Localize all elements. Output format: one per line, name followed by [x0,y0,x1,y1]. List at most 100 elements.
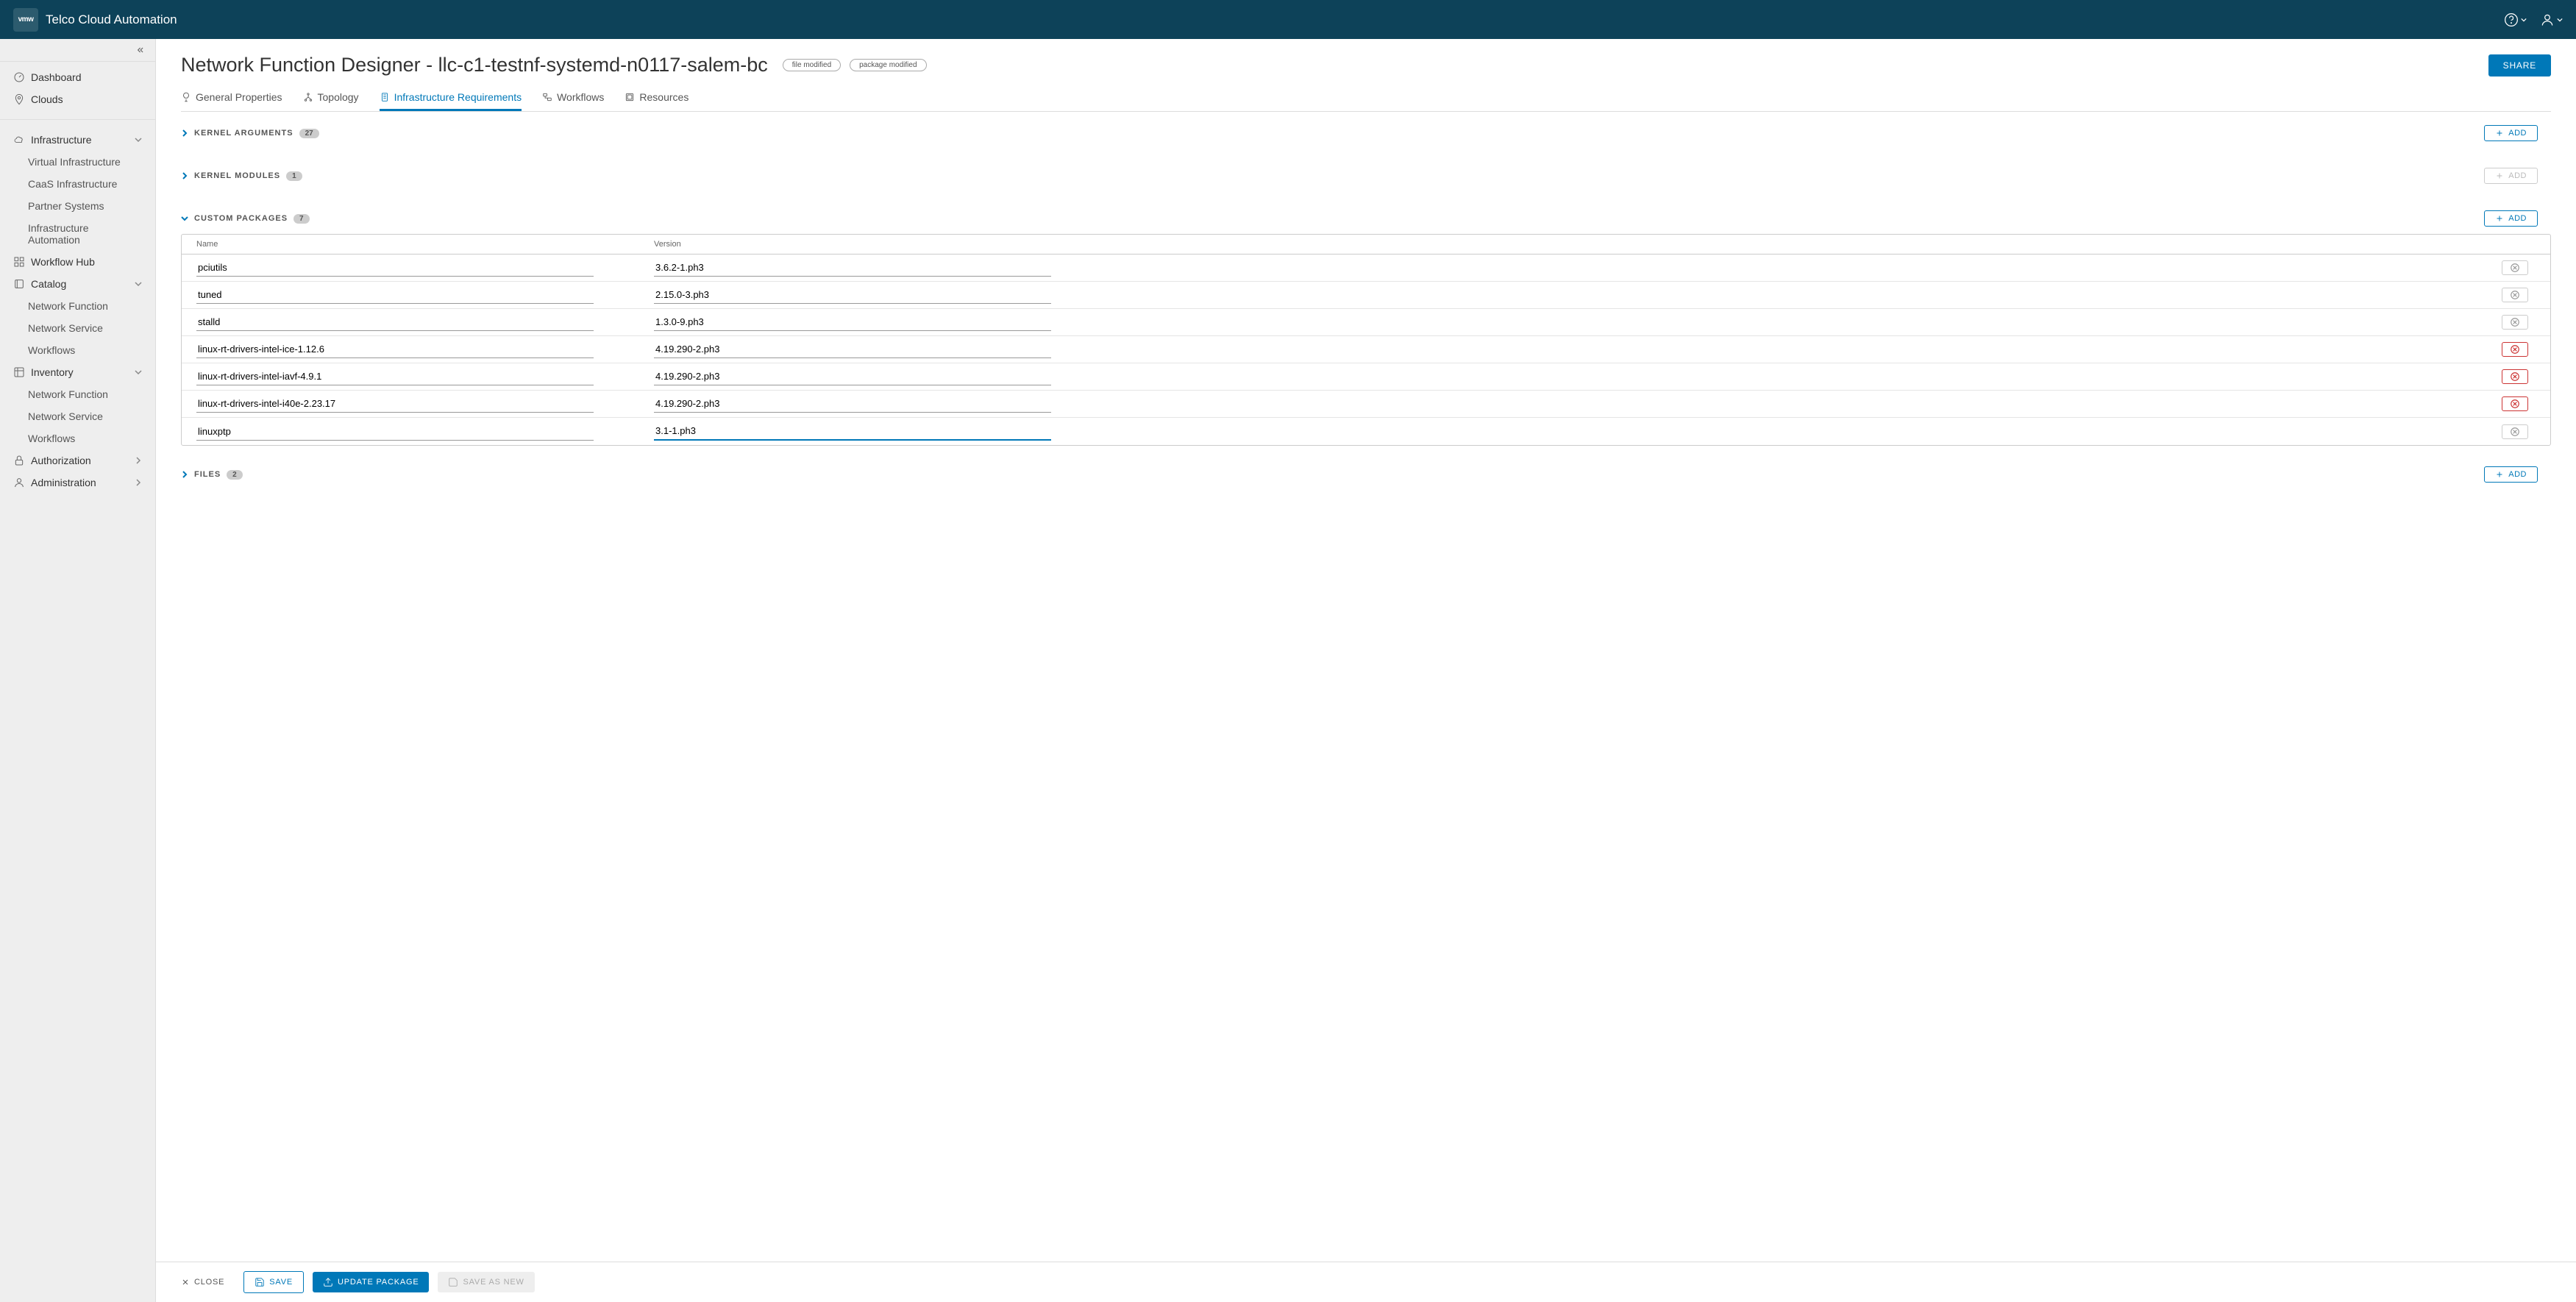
chevron-down-icon [135,366,142,378]
sidebar-item-administration[interactable]: Administration [0,472,155,494]
table-row [182,363,2550,391]
sidebar-item-dashboard[interactable]: Dashboard [0,66,155,88]
sidebar-item-inventory-network-function[interactable]: Network Function [0,383,155,405]
section-title: FILES [194,470,221,479]
package-version-input[interactable] [654,368,1051,385]
add-files-button[interactable]: ADD [2484,466,2538,483]
share-button[interactable]: SHARE [2488,54,2551,77]
delete-row-button[interactable] [2502,260,2528,275]
add-kernel-modules-button: ADD [2484,168,2538,184]
package-name-input[interactable] [196,259,594,277]
sidebar-item-virtual-infrastructure[interactable]: Virtual Infrastructure [0,151,155,173]
lock-icon [13,455,25,466]
sidebar-item-catalog-workflows[interactable]: Workflows [0,339,155,361]
tab-bar: General Properties Topology Infrastructure… [181,85,2551,112]
tab-general-properties[interactable]: General Properties [181,85,282,111]
tab-workflows[interactable]: Workflows [542,85,604,111]
section-kernel-arguments[interactable]: KERNEL ARGUMENTS 27 [181,127,319,139]
close-button[interactable]: CLOSE [171,1273,235,1292]
delete-row-button[interactable] [2502,288,2528,302]
tab-icon [181,92,191,102]
grid-icon [13,256,25,268]
add-custom-packages-button[interactable]: ADD [2484,210,2538,227]
sidebar-label: Infrastructure [31,134,91,146]
delete-row-button[interactable] [2502,315,2528,330]
delete-row-button[interactable] [2502,369,2528,384]
sidebar-item-catalog[interactable]: Catalog [0,273,155,295]
page-header: Network Function Designer - llc-c1-testn… [181,54,2551,77]
sidebar-item-catalog-network-function[interactable]: Network Function [0,295,155,317]
section-title: KERNEL MODULES [194,171,280,180]
section-files[interactable]: FILES 2 [181,469,243,480]
update-package-button[interactable]: UPDATE PACKAGE [313,1272,429,1292]
help-icon[interactable] [2504,13,2527,27]
package-version-input[interactable] [654,286,1051,304]
count-badge: 2 [227,470,243,480]
gauge-icon [13,71,25,83]
sidebar-label: Dashboard [31,71,82,83]
sidebar-item-workflow-hub[interactable]: Workflow Hub [0,251,155,273]
tab-topology[interactable]: Topology [303,85,359,111]
sidebar-item-caas-infrastructure[interactable]: CaaS Infrastructure [0,173,155,195]
tab-label: Resources [639,91,689,103]
status-badge-package-modified: package modified [850,59,926,71]
tab-label: Workflows [557,91,604,103]
package-name-input[interactable] [196,286,594,304]
sidebar-label: Authorization [31,455,91,466]
package-version-input[interactable] [654,341,1051,358]
tab-label: Topology [318,91,359,103]
package-name-input[interactable] [196,313,594,331]
package-name-input[interactable] [196,423,594,441]
sidebar-item-catalog-network-service[interactable]: Network Service [0,317,155,339]
tab-label: General Properties [196,91,282,103]
pin-icon [13,93,25,105]
sidebar-item-infrastructure[interactable]: Infrastructure [0,129,155,151]
status-badge-file-modified: file modified [783,59,841,71]
tab-infrastructure-requirements[interactable]: Infrastructure Requirements [380,85,522,111]
count-badge: 7 [293,214,310,224]
sidebar-item-infrastructure-automation[interactable]: Infrastructure Automation [0,217,155,251]
tab-resources[interactable]: Resources [625,85,689,111]
delete-row-button[interactable] [2502,396,2528,411]
column-header-name: Name [196,240,654,249]
sidebar-item-clouds[interactable]: Clouds [0,88,155,110]
chevron-right-icon [181,170,188,182]
sidebar-item-inventory-network-service[interactable]: Network Service [0,405,155,427]
delete-row-button[interactable] [2502,424,2528,439]
sidebar-item-authorization[interactable]: Authorization [0,449,155,472]
package-version-input[interactable] [654,313,1051,331]
sidebar-label: Catalog [31,278,66,290]
catalog-icon [13,278,25,290]
chevron-right-icon [135,477,142,488]
user-admin-icon [13,477,25,488]
vmw-logo: vmw [13,8,38,32]
package-name-input[interactable] [196,395,594,413]
footer-bar: CLOSE SAVE UPDATE PACKAGE SAVE AS NEW [156,1262,2576,1302]
cloud-icon [13,134,25,146]
add-kernel-arguments-button[interactable]: ADD [2484,125,2538,141]
section-title: KERNEL ARGUMENTS [194,129,293,138]
top-bar: vmw Telco Cloud Automation [0,0,2576,39]
save-as-new-button: SAVE AS NEW [438,1272,534,1292]
section-title: CUSTOM PACKAGES [194,214,288,223]
delete-row-button[interactable] [2502,342,2528,357]
package-version-input[interactable] [654,422,1051,441]
package-name-input[interactable] [196,368,594,385]
package-version-input[interactable] [654,259,1051,277]
sidebar-item-partner-systems[interactable]: Partner Systems [0,195,155,217]
sidebar-collapse-button[interactable] [0,39,155,62]
save-button[interactable]: SAVE [243,1271,304,1293]
section-kernel-modules[interactable]: KERNEL MODULES 1 [181,170,302,182]
section-custom-packages[interactable]: CUSTOM PACKAGES 7 [181,213,310,224]
tab-label: Infrastructure Requirements [394,91,522,103]
package-name-input[interactable] [196,341,594,358]
user-icon[interactable] [2540,13,2563,27]
sidebar-item-inventory-workflows[interactable]: Workflows [0,427,155,449]
sidebar-item-inventory[interactable]: Inventory [0,361,155,383]
topbar-left: vmw Telco Cloud Automation [13,8,177,32]
package-version-input[interactable] [654,395,1051,413]
table-row [182,336,2550,363]
chevron-right-icon [135,455,142,466]
sidebar-label: Inventory [31,366,74,378]
table-row [182,391,2550,418]
